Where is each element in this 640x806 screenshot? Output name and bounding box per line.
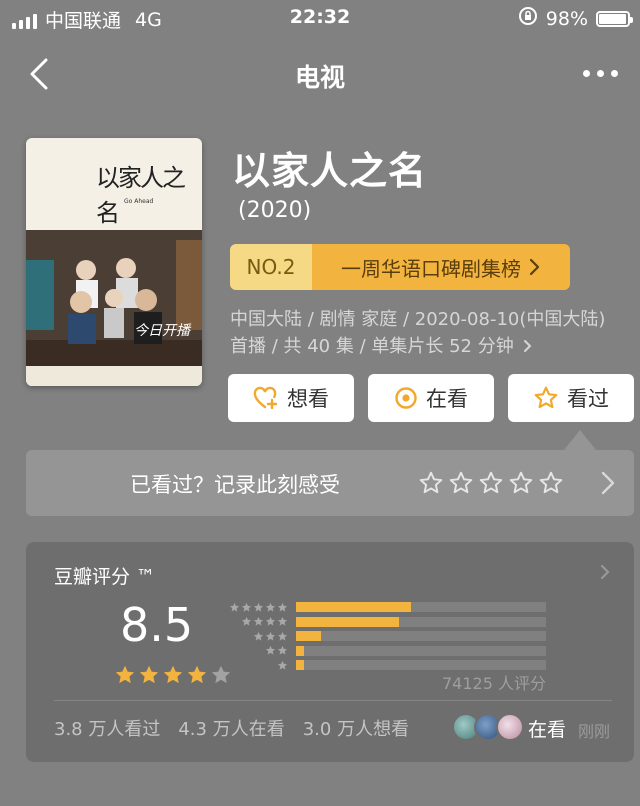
watched-button[interactable]: 看过 [508,374,634,422]
friend-time: 刚刚 [578,722,611,741]
star-outline-icon [534,386,558,409]
rating-bar-track [296,660,546,671]
star-outline-icon [479,471,503,494]
star-icon [278,631,287,641]
want-count[interactable]: 3.0 万人想看 [303,715,409,741]
poster-footer [26,366,202,386]
rating-score: 8.5 [120,598,194,652]
star-icon [278,617,287,626]
star-icon [116,666,134,683]
star-outline-icon [509,471,533,494]
battery-percent: 98% [545,7,588,30]
poster-image: 今日开播 [26,230,202,366]
chevron-right-icon [529,258,540,276]
divider [54,700,612,701]
rating-bar-track [296,645,546,656]
star-icon [254,631,263,641]
row-stars [224,631,288,642]
watched-label: 看过 [567,387,609,411]
rating-label: 豆瓣评分 ™ [54,566,156,588]
popover-arrow [564,430,596,450]
rating-bar-track [296,616,546,627]
page-title: 电视 [294,63,345,92]
more-dots-icon [582,69,590,77]
poster[interactable]: 以家人之名 Go Ahead 今日开播 [26,138,202,386]
rotation-lock-icon [518,6,538,31]
chevron-right-icon [524,340,532,352]
star-icon [242,602,251,612]
star-icon [278,602,287,612]
row-stars [224,602,288,613]
rating-bar-row [224,644,548,659]
chevron-right-icon [601,565,610,579]
star-icon [254,617,263,626]
rating-bar-track [296,631,546,642]
watching-button[interactable]: 在看 [368,374,494,422]
record-feeling-bar[interactable]: 已看过？记录此刻感受 [26,450,634,516]
poster-tagline: 今日开播 [134,323,190,339]
douban-rating-card[interactable]: 豆瓣评分 ™ 8.5 74125 人评分 3.8 万人看过 4.3 万人在看 3… [26,542,634,762]
rating-bar [296,616,399,627]
star-icon [266,646,275,655]
star-icon [164,666,182,683]
star-icon [254,602,263,612]
star-icon [188,666,206,683]
star-icon [278,646,287,655]
rating-bar [296,602,411,613]
battery-icon [596,10,633,27]
status-bar: 中国联通 4G 22:32 98% [0,0,640,36]
want-to-watch-button[interactable]: 想看 [228,374,354,422]
rating-bar-track [296,602,546,613]
avatar [496,713,524,741]
rating-bar [296,631,321,642]
heart-plus-icon [253,386,278,410]
rating-bar-row [224,615,548,630]
want-to-watch-label: 想看 [287,387,329,411]
record-label: 已看过？记录此刻感受 [130,473,340,497]
friend-avatars[interactable] [452,713,524,741]
rank-badge[interactable]: NO.2 一周华语口碑剧集榜 [230,244,570,290]
star-icon [266,602,275,612]
rating-stars [114,664,232,686]
poster-subtitle: Go Ahead [124,198,154,205]
star-icon [266,617,275,626]
row-stars [224,645,288,656]
rank-label: 一周华语口碑剧集榜 [341,256,521,281]
show-year: (2020) [238,198,312,223]
action-buttons: 想看 在看 看过 [228,374,636,422]
star-icon [242,617,251,626]
chevron-right-icon [601,471,615,495]
meta-text: 中国大陆 / 剧情 家庭 / 2020-08-10(中国大陆) 首播 / 共 4… [230,309,606,357]
show-meta[interactable]: 中国大陆 / 剧情 家庭 / 2020-08-10(中国大陆) 首播 / 共 4… [230,306,626,360]
row-stars [224,616,288,627]
star-outline-icon [539,471,563,494]
rating-stars-input[interactable] [418,470,564,496]
rating-bar-row [224,600,548,615]
rank-number: NO.2 [230,244,312,290]
show-title: 以家人之名 [232,149,428,193]
star-outline-icon [449,471,473,494]
rating-bar [296,645,304,656]
rating-bar [296,660,304,671]
watched-count[interactable]: 3.8 万人看过 [54,715,160,741]
star-icon [278,660,287,670]
rating-bar-row [224,629,548,644]
star-icon [266,631,275,641]
more-button[interactable] [578,58,622,88]
watching-count[interactable]: 4.3 万人在看 [178,715,284,741]
poster-title: 以家人之名 [96,164,186,227]
row-stars [224,660,288,671]
star-icon [140,666,158,683]
watching-label: 在看 [426,387,468,411]
navigation-bar: 电视 [0,50,640,98]
rating-count: 74125 人评分 [442,674,546,693]
rating-distribution [224,600,548,673]
star-icon [230,602,239,612]
star-outline-icon [419,471,443,494]
target-icon [395,387,417,409]
friend-status: 在看 [528,719,567,741]
